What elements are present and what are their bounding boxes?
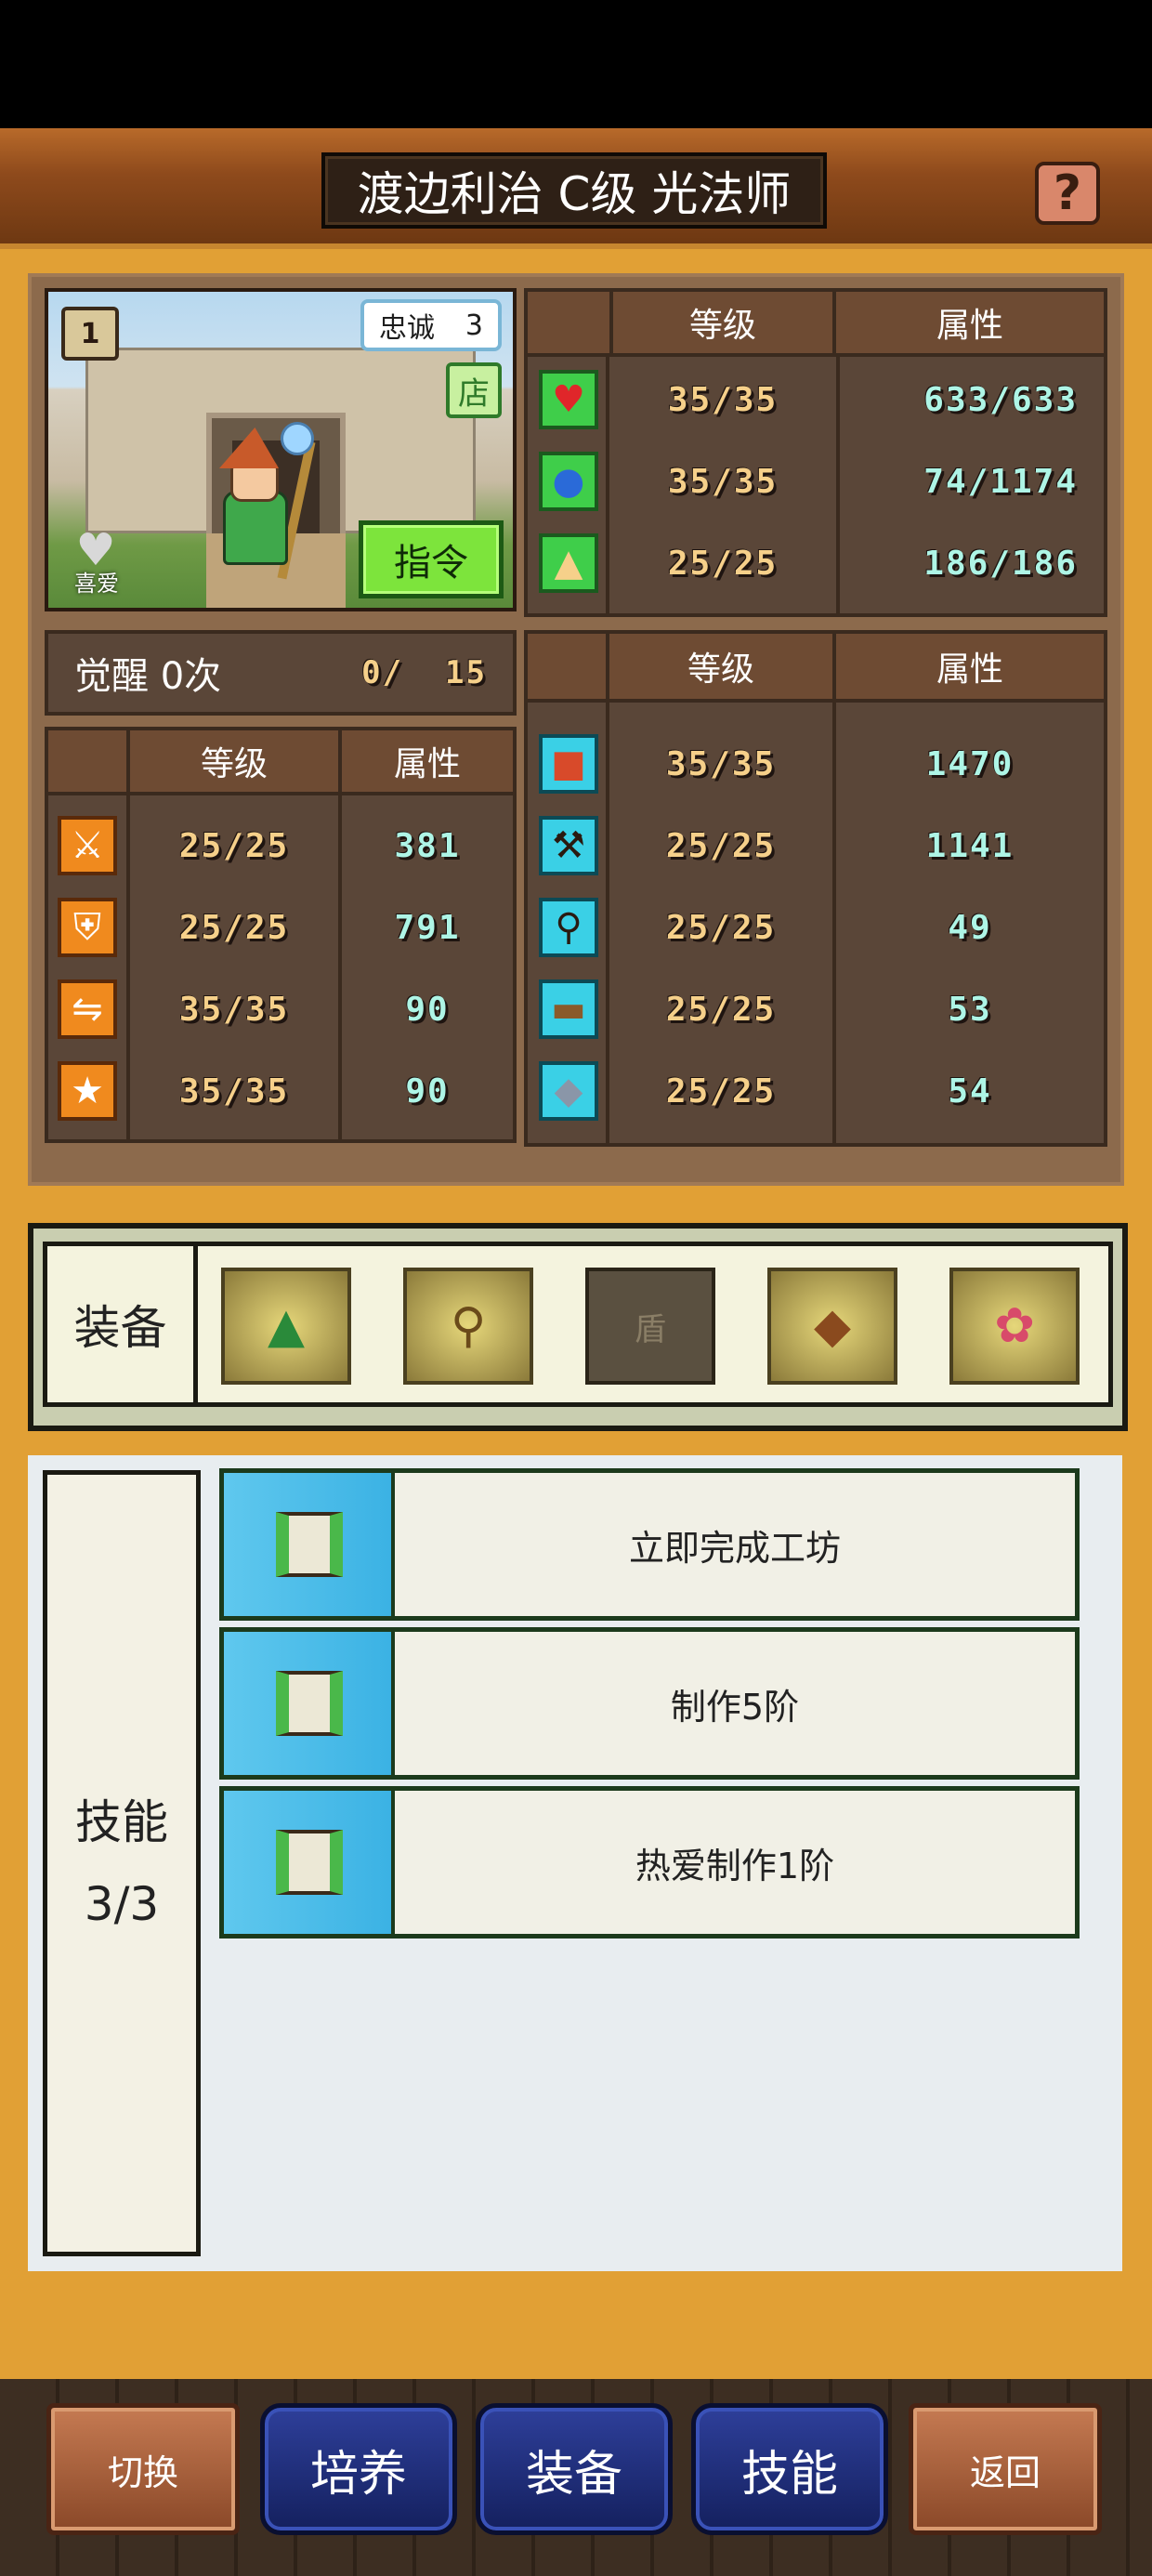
hp-value: 633/633 (923, 380, 1078, 419)
hp-level: 35/35 (667, 380, 779, 419)
chest-icon: ▬ (539, 979, 598, 1039)
craft-value-1: 1470 (925, 744, 1015, 783)
skill-item[interactable]: 立即完成工坊 (219, 1468, 1080, 1621)
skill-label: 制作5阶 (670, 1686, 800, 1728)
question-icon: ? (1053, 165, 1082, 221)
switch-button[interactable]: 切换 (46, 2403, 240, 2535)
luck-value: 90 (405, 1071, 450, 1111)
level-header: 等级 (130, 730, 338, 795)
defense-level: 25/25 (178, 908, 290, 947)
help-button[interactable]: ? (1035, 162, 1100, 225)
luck-level: 35/35 (178, 1071, 290, 1111)
skills-title: 技能 (75, 1795, 168, 1849)
craft-level-1: 35/35 (665, 744, 777, 783)
mp-level: 35/35 (667, 462, 779, 501)
mana-potion-icon: ● (539, 452, 598, 511)
defense-value: 791 (394, 908, 461, 947)
star-icon: ★ (58, 1061, 117, 1121)
skill-item[interactable]: 热爱制作1阶 (219, 1786, 1080, 1939)
craft-value-3: 49 (948, 908, 992, 947)
shop-icon[interactable]: 店 (446, 362, 502, 418)
hat-icon[interactable]: ▲ (221, 1268, 351, 1385)
shield-slot-empty[interactable]: 盾 (585, 1268, 715, 1385)
attribute-header: 属性 (836, 634, 1104, 703)
status-bar (0, 0, 1152, 128)
loyalty-badge: 忠诚 3 (360, 299, 502, 351)
speed-icon: ⇋ (58, 979, 117, 1039)
awaken-bar: 觉醒 0次 0/ 15 (45, 630, 517, 716)
favorite-label: 喜爱 (74, 571, 119, 597)
vitals-table: 等级 属性 ♥ 35/35 633/633 ● 35/35 74/1174 ▲ … (524, 288, 1107, 617)
scroll-icon (276, 1671, 343, 1736)
equip-button[interactable]: 装备 (476, 2403, 673, 2535)
armor-icon[interactable]: ◆ (767, 1268, 897, 1385)
speed-value: 90 (405, 990, 450, 1029)
awaken-label: 觉醒 0次 (74, 655, 222, 698)
level-header: 等级 (609, 634, 832, 703)
book-icon: ■ (539, 734, 598, 794)
craft-value-5: 54 (948, 1071, 992, 1111)
necklace-icon[interactable]: ✿ (949, 1268, 1080, 1385)
scroll-icon (276, 1512, 343, 1577)
back-button[interactable]: 返回 (909, 2403, 1102, 2535)
crafting-stats-table: 等级 属性 ■ 35/35 1470 ⚒ 25/25 1141 ⚲ 25/25 … (524, 630, 1107, 1147)
loyalty-label: 忠诚 (379, 312, 435, 345)
craft-level-5: 25/25 (665, 1071, 777, 1111)
staff-orb (281, 422, 314, 455)
attack-value: 381 (394, 826, 461, 865)
mp-value: 74/1174 (923, 462, 1078, 501)
train-button[interactable]: 培养 (260, 2403, 457, 2535)
craft-value-4: 53 (948, 990, 992, 1029)
scroll-icon (276, 1830, 343, 1895)
rank-badge: 1 (61, 307, 119, 361)
loyalty-value: 3 (465, 309, 483, 342)
skill-item[interactable]: 制作5阶 (219, 1627, 1080, 1780)
skill-label: 热爱制作1阶 (635, 1845, 835, 1886)
sword-icon: ⚔ (58, 816, 117, 875)
attribute-header: 属性 (836, 292, 1104, 357)
hero-body (223, 491, 288, 565)
equipment-label: 装备 (47, 1246, 198, 1402)
ore-icon: ◆ (539, 1061, 598, 1121)
skills-count: 3/3 (84, 1877, 160, 1931)
craft-level-3: 25/25 (665, 908, 777, 947)
skill-button[interactable]: 技能 (691, 2403, 888, 2535)
attribute-header: 属性 (342, 730, 513, 795)
craft-value-2: 1141 (925, 826, 1015, 865)
shield-icon: ⛨ (58, 898, 117, 957)
craft-level-4: 25/25 (665, 990, 777, 1029)
hammer-icon: ⚒ (539, 816, 598, 875)
level-header: 等级 (609, 292, 836, 357)
stamina-icon: ▲ (539, 533, 598, 593)
speed-level: 35/35 (178, 990, 290, 1029)
stamina-level: 25/25 (667, 544, 779, 583)
combat-stats-table: 等级 属性 ⚔ 25/25 381 ⛨ 25/25 791 ⇋ 35/35 90… (45, 727, 517, 1143)
craft-level-2: 25/25 (665, 826, 777, 865)
staff-icon[interactable]: ⚲ (403, 1268, 533, 1385)
attack-level: 25/25 (178, 826, 290, 865)
character-title: 渡边利治 C级 光法师 (321, 152, 827, 229)
shovel-icon: ⚲ (539, 898, 598, 957)
command-button[interactable]: 指令 (359, 520, 504, 598)
stamina-value: 186/186 (923, 544, 1078, 583)
heart-icon: ♥ (539, 370, 598, 429)
skill-label: 立即完成工坊 (628, 1527, 841, 1569)
awaken-progress: 0/ 15 (361, 654, 487, 691)
skills-label: 技能 3/3 (43, 1470, 201, 2256)
